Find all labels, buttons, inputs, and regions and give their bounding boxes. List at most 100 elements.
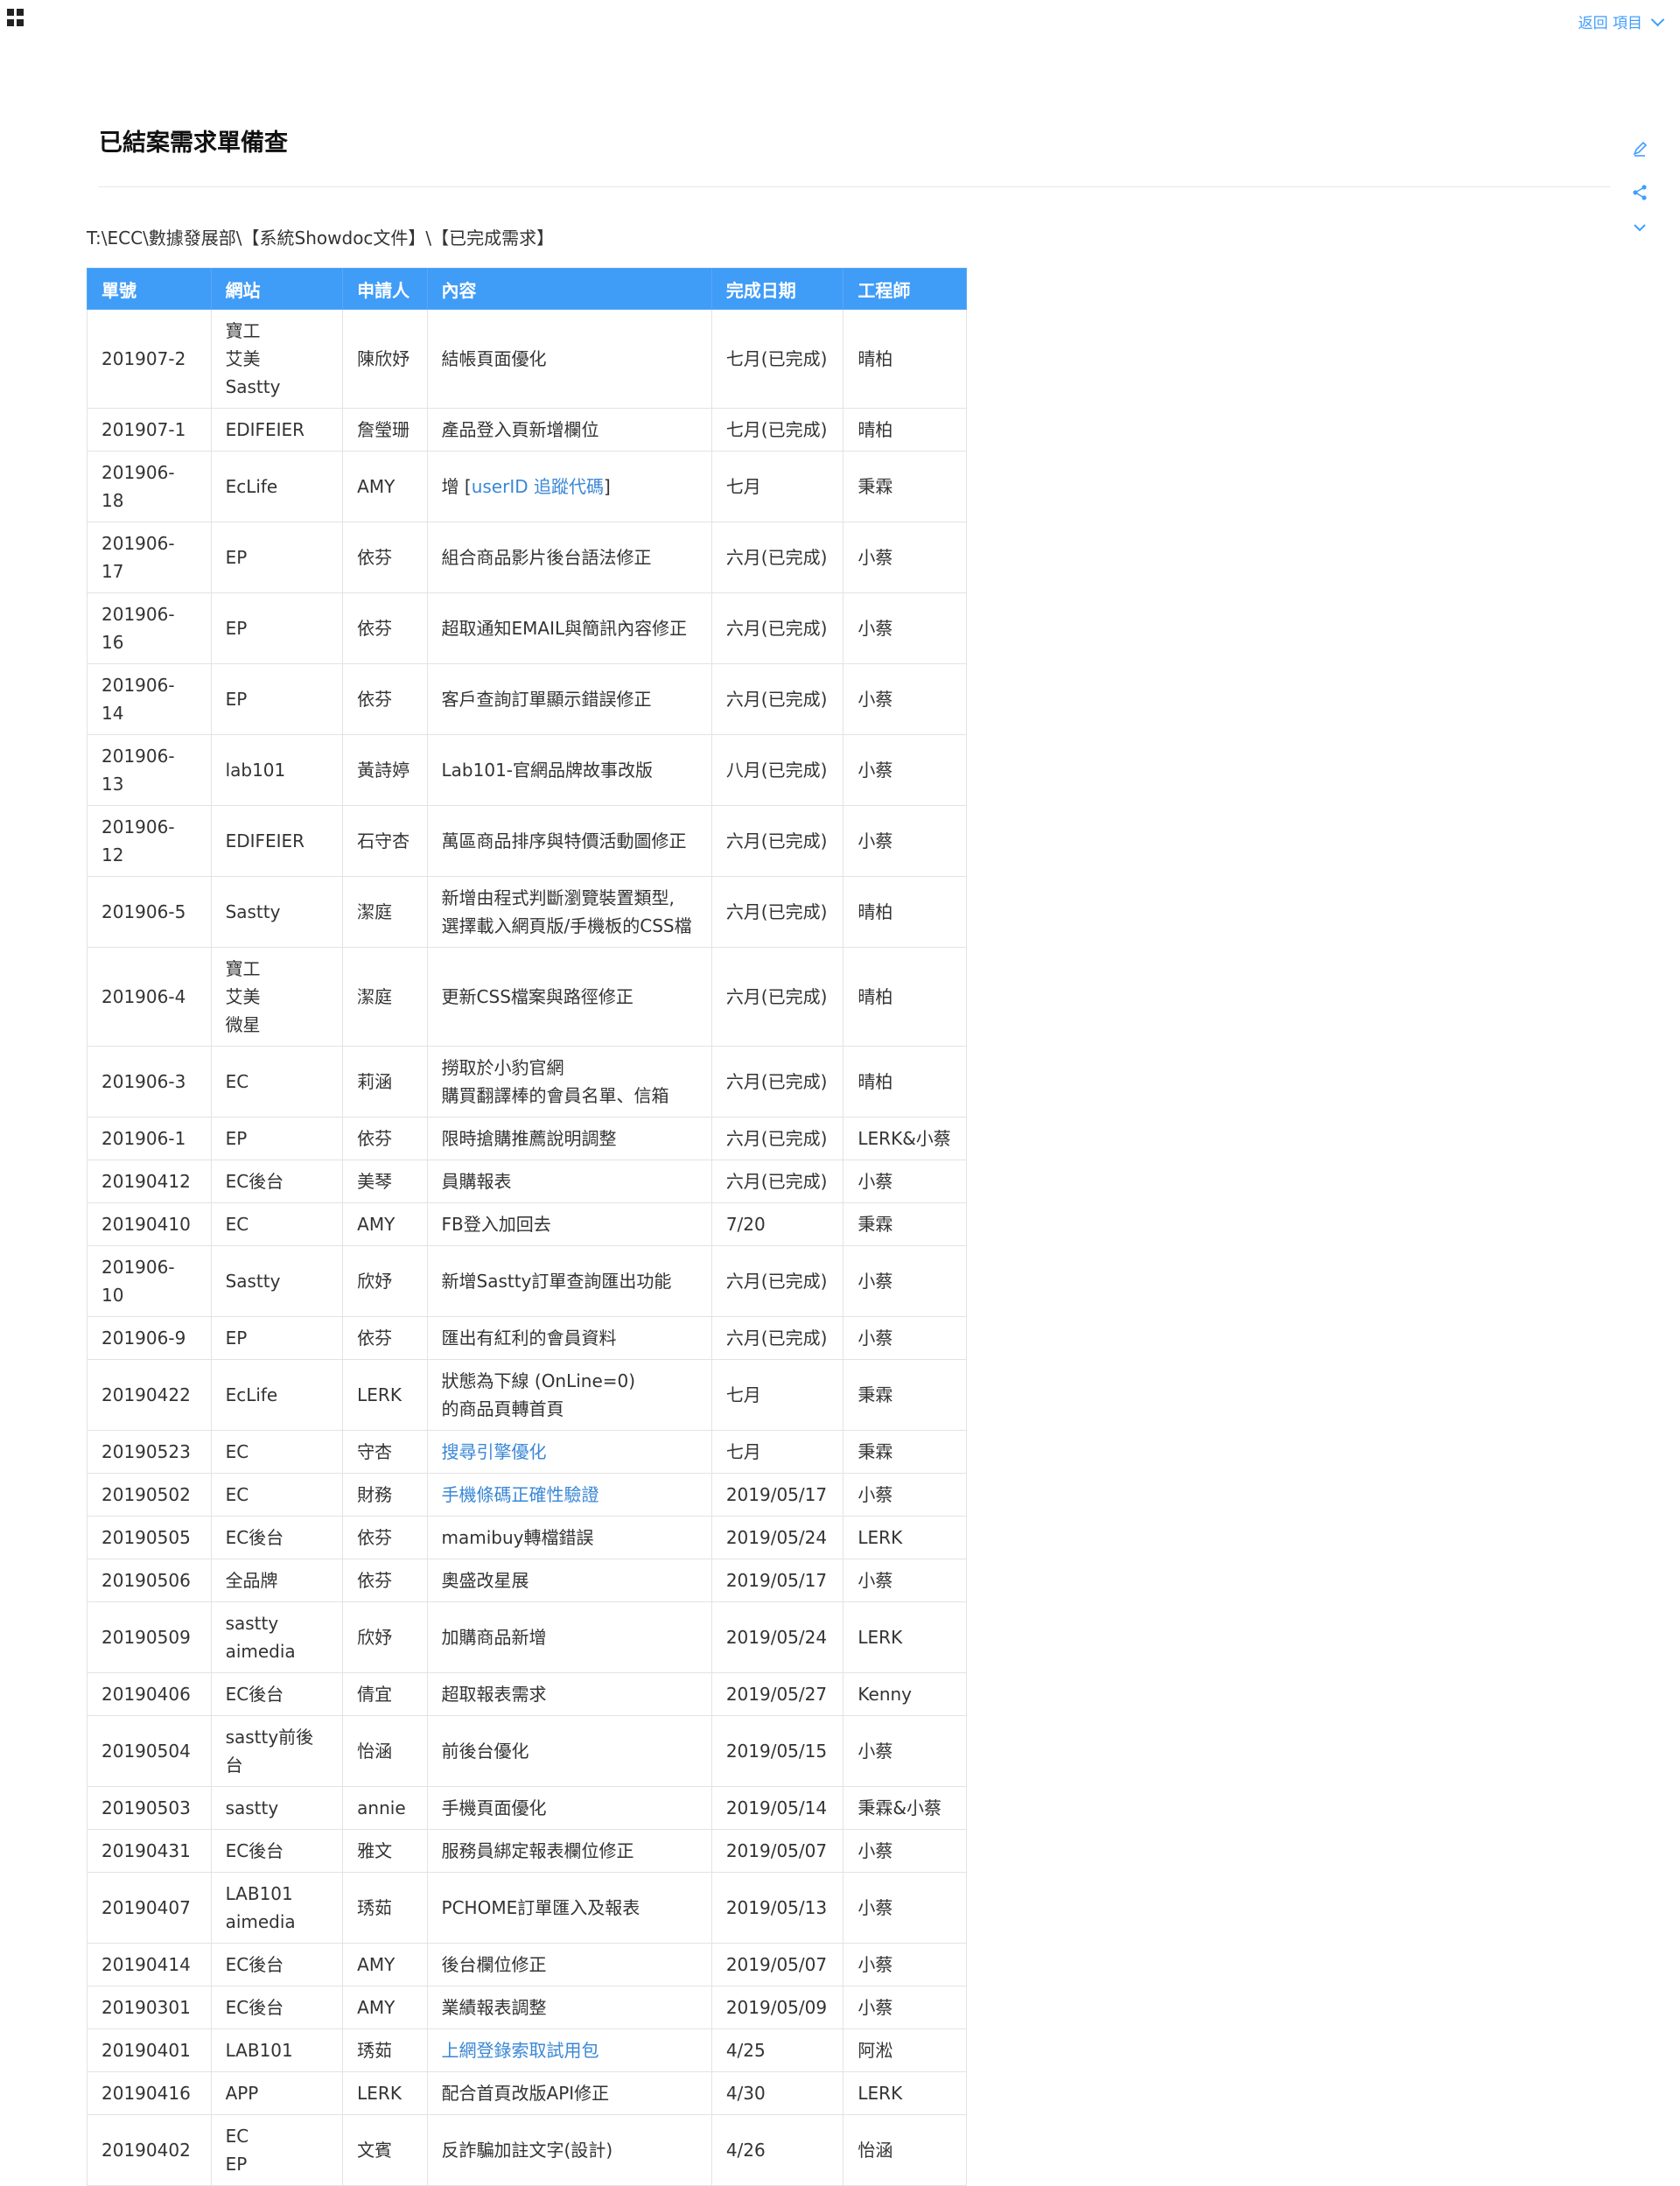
applicant-name: 欣妤 bbox=[357, 1627, 393, 1648]
applicant-name: 依芬 bbox=[357, 1570, 393, 1591]
cell-content: 手機頁面優化 bbox=[426, 1786, 712, 1830]
completion-date: 2019/05/17 bbox=[725, 1570, 828, 1591]
cell-applicant: 潔庭 bbox=[342, 947, 428, 1047]
cell-engineer: 秉霖 bbox=[843, 1359, 967, 1431]
engineer-name: 小蔡 bbox=[858, 547, 893, 568]
cell-site: EC EP bbox=[210, 2114, 344, 2186]
cell-completion-date: 2019/05/14 bbox=[710, 1786, 844, 1830]
cell-engineer: 晴柏 bbox=[843, 309, 967, 409]
cell-engineer: 小蔡 bbox=[843, 1316, 967, 1360]
cell-id: 201907-2 bbox=[87, 309, 212, 409]
engineer-name: 小蔡 bbox=[858, 1840, 893, 1861]
site-name: EC bbox=[225, 2126, 249, 2147]
content-text: 匯出有紅利的會員資料 bbox=[441, 1328, 617, 1349]
chevron-down-icon bbox=[1650, 12, 1665, 26]
table-row: 20190422 EcLife LERK 狀態為下線 (OnLine=0) 的商品頁轉首… bbox=[87, 1359, 967, 1431]
apps-grid-icon[interactable] bbox=[7, 9, 24, 26]
applicant-name: LERK bbox=[357, 1384, 402, 1405]
request-id: 20190504 bbox=[102, 1741, 191, 1762]
cell-completion-date: 2019/05/24 bbox=[710, 1601, 844, 1673]
cell-applicant: AMY bbox=[342, 1202, 428, 1246]
site-name: EC bbox=[225, 1214, 249, 1235]
cell-site: EcLife bbox=[210, 1359, 344, 1431]
request-id: 201906-4 bbox=[102, 986, 186, 1007]
header-engineer: 工程師 bbox=[843, 268, 967, 310]
content-text: 更新CSS檔案與路徑修正 bbox=[441, 986, 634, 1007]
cell-id: 20190414 bbox=[87, 1943, 212, 1986]
applicant-name: 雅文 bbox=[357, 1840, 393, 1861]
completion-date: 七月 bbox=[725, 1441, 761, 1462]
cell-applicant: 詹瑩珊 bbox=[342, 408, 428, 452]
chevron-down-icon[interactable] bbox=[1629, 217, 1650, 238]
completion-date: 2019/05/27 bbox=[725, 1684, 828, 1705]
cell-content: 客戶查詢訂單顯示錯誤修正 bbox=[426, 663, 712, 735]
cell-completion-date: 2019/05/15 bbox=[710, 1715, 844, 1787]
request-id: 201906-18 bbox=[102, 462, 175, 511]
content-text: mamibuy轉檔錯誤 bbox=[441, 1527, 594, 1548]
applicant-name: AMY bbox=[357, 1954, 396, 1975]
content-text: 奧盛改星展 bbox=[441, 1570, 529, 1591]
header-site: 網站 bbox=[210, 268, 344, 310]
applicant-name: 石守杏 bbox=[357, 830, 410, 851]
cell-id: 201906-17 bbox=[87, 522, 212, 593]
header-content: 內容 bbox=[426, 268, 712, 310]
site-name: EC後台 bbox=[225, 1997, 284, 2018]
site-name: EP bbox=[225, 689, 248, 710]
cell-completion-date: 六月(已完成) bbox=[710, 1160, 844, 1203]
applicant-name: 怡涵 bbox=[357, 1741, 393, 1762]
content-text: 購買翻譯棒的會員名單、信箱 bbox=[441, 1085, 669, 1106]
cell-engineer: 小蔡 bbox=[843, 1559, 967, 1602]
cell-site: EC後台 bbox=[210, 1829, 344, 1873]
request-id: 20190414 bbox=[102, 1954, 191, 1975]
applicant-name: 倩宜 bbox=[357, 1684, 393, 1705]
cell-completion-date: 七月(已完成) bbox=[710, 408, 844, 452]
site-name: 艾美 bbox=[225, 986, 261, 1007]
content-link[interactable]: 手機條碼正確性驗證 bbox=[442, 1484, 599, 1505]
site-name: LAB101 bbox=[225, 1883, 293, 1904]
content-link[interactable]: 搜尋引擎優化 bbox=[442, 1441, 547, 1462]
cell-completion-date: 2019/05/27 bbox=[710, 1672, 844, 1716]
site-name: EC後台 bbox=[225, 1684, 284, 1705]
cell-engineer: 小蔡 bbox=[843, 592, 967, 664]
back-to-project-button[interactable]: 返回 項目 bbox=[1578, 11, 1665, 32]
cell-content: 奧盛改星展 bbox=[426, 1559, 712, 1602]
cell-engineer: 阿淞 bbox=[843, 2028, 967, 2072]
engineer-name: 怡涵 bbox=[858, 2140, 893, 2161]
cell-completion-date: 六月(已完成) bbox=[710, 1316, 844, 1360]
completion-date: 七月 bbox=[725, 476, 761, 497]
share-icon[interactable] bbox=[1629, 182, 1650, 203]
cell-content: 服務員綁定報表欄位修正 bbox=[426, 1829, 712, 1873]
site-name: EC後台 bbox=[225, 1840, 284, 1861]
site-name: EcLife bbox=[225, 1384, 278, 1405]
cell-completion-date: 六月(已完成) bbox=[710, 876, 844, 948]
site-name: aimedia bbox=[225, 1911, 296, 1932]
request-id: 20190401 bbox=[102, 2040, 191, 2061]
site-name: EP bbox=[225, 1128, 248, 1149]
completion-date: 六月(已完成) bbox=[725, 618, 828, 639]
site-name: sastty bbox=[225, 1613, 279, 1634]
table-row: 20190509 sastty aimedia 欣妤 加購商品新增 2019/05/24 L… bbox=[87, 1601, 967, 1673]
content-text: 組合商品影片後台語法修正 bbox=[441, 547, 652, 568]
content-link[interactable]: userID 追蹤代碼 bbox=[472, 476, 604, 497]
cell-engineer: 小蔡 bbox=[843, 805, 967, 877]
content-text: ] bbox=[603, 476, 611, 497]
completion-date: 2019/05/14 bbox=[725, 1797, 828, 1818]
cell-site: 寶工 艾美 Sastty bbox=[210, 309, 344, 409]
engineer-name: 秉霖 bbox=[858, 1384, 893, 1405]
table-row: 201906-10 Sastty 欣妤 新增Sastty訂單查詢匯出功能 六月(已完成)… bbox=[87, 1245, 967, 1317]
completion-date: 2019/05/07 bbox=[725, 1954, 828, 1975]
table-row: 201906-17 EP 依芬 組合商品影片後台語法修正 六月(已完成) 小蔡 bbox=[87, 522, 967, 593]
cell-content: 更新CSS檔案與路徑修正 bbox=[426, 947, 712, 1047]
cell-id: 20190503 bbox=[87, 1786, 212, 1830]
cell-content: Lab101-官網品牌故事改版 bbox=[426, 734, 712, 806]
cell-site: lab101 bbox=[210, 734, 344, 806]
edit-icon[interactable] bbox=[1629, 138, 1650, 159]
content-text: 萬區商品排序與特價活動圖修正 bbox=[441, 830, 687, 851]
engineer-name: 小蔡 bbox=[858, 1954, 893, 1975]
content-link[interactable]: 上網登錄索取試用包 bbox=[442, 2040, 599, 2061]
engineer-name: 小蔡 bbox=[858, 1570, 893, 1591]
cell-completion-date: 4/30 bbox=[710, 2071, 844, 2115]
engineer-name: 小蔡 bbox=[858, 1328, 893, 1349]
cell-applicant: 依芬 bbox=[342, 522, 428, 593]
cell-completion-date: 七月 bbox=[710, 451, 844, 522]
